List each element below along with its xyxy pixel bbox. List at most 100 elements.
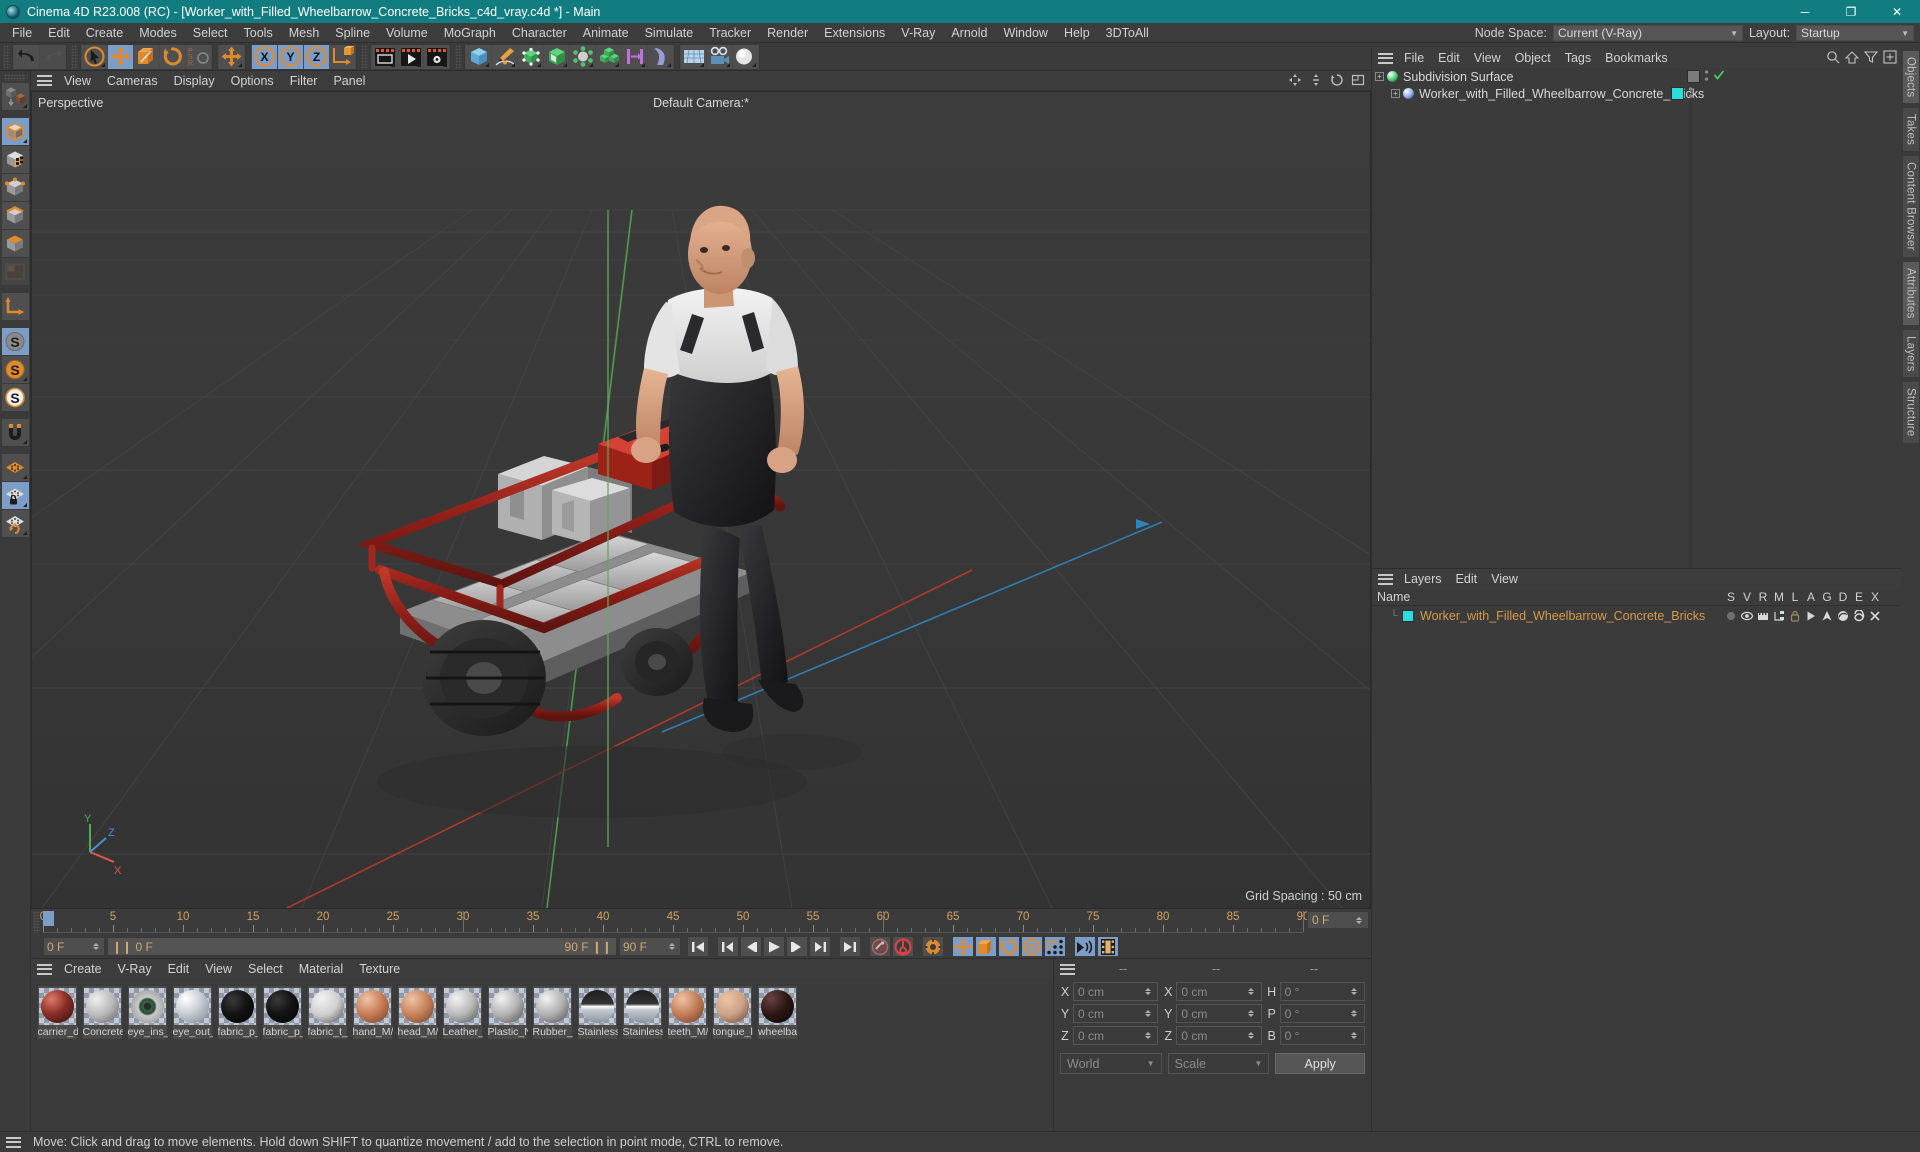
layer-row[interactable]: └ Worker_with_Filled_Wheelbarrow_Concrete… [1372,606,1901,625]
toolbar-grip[interactable] [361,44,368,69]
coordinates-spinner[interactable] [1142,1032,1153,1039]
coordinates-spinner[interactable] [1349,1010,1360,1017]
material-swatch[interactable]: Concrete [82,985,123,1040]
layer-menu-layers[interactable]: Layers [1397,569,1449,589]
maximize-button[interactable]: ❐ [1828,0,1874,23]
texture-mode-button[interactable] [1,146,29,173]
render-to-picture-viewer-button[interactable] [398,44,423,69]
menu-item-mograph[interactable]: MoGraph [436,23,504,43]
menu-item-spline[interactable]: Spline [327,23,378,43]
uv-mode-button[interactable] [1,258,29,285]
menu-item-mesh[interactable]: Mesh [281,23,328,43]
menu-item-simulate[interactable]: Simulate [637,23,702,43]
record-active-objects-button[interactable] [869,936,891,957]
step-forward-button[interactable] [786,936,808,957]
material-swatch[interactable]: fabric_p_ [217,985,258,1040]
keyframe-settings-button[interactable] [922,936,944,957]
filter-icon[interactable] [1864,50,1878,64]
timeline-frame-spinner[interactable] [1353,916,1364,924]
menu-item-render[interactable]: Render [759,23,816,43]
menu-item-3dtoall[interactable]: 3DToAll [1098,23,1157,43]
enable-snap-button[interactable]: S [1,328,29,355]
move-view-icon[interactable] [1288,73,1302,87]
layer-flag-G[interactable] [1819,610,1835,622]
menu-item-edit[interactable]: Edit [40,23,78,43]
layer-menu-view[interactable]: View [1484,569,1525,589]
coordinates-spinner[interactable] [1349,1032,1360,1039]
add-field-button[interactable] [622,44,647,69]
object-manager-tree[interactable]: + Subdivision Surface + Worker_with_Filled_… [1372,68,1901,568]
menu-item-extensions[interactable]: Extensions [816,23,893,43]
viewport-3d[interactable]: Perspective Default Camera:* Grid Spacin… [31,91,1371,909]
object-menu-edit[interactable]: Edit [1431,48,1467,68]
material-swatch[interactable]: teeth_M/ [667,985,708,1040]
material-swatch[interactable]: eye_out_ [172,985,213,1040]
add-scene-object-button[interactable] [544,44,569,69]
menu-item-help[interactable]: Help [1056,23,1098,43]
end-frame-spinner[interactable] [666,943,677,950]
coordinates-spinner[interactable] [1142,1010,1153,1017]
layer-flag-S[interactable] [1723,610,1739,622]
layer-flag-L[interactable] [1787,610,1803,622]
material-swatch[interactable]: fabric_p_ [262,985,303,1040]
object-row[interactable]: + Worker_with_Filled_Wheelbarrow_Concrete… [1372,85,1901,102]
material-menu-edit[interactable]: Edit [160,959,198,979]
viewport-menu-filter[interactable]: Filter [282,71,326,91]
object-tag-swatch[interactable] [1687,70,1700,83]
menu-item-volume[interactable]: Volume [378,23,436,43]
layer-flag-R[interactable] [1755,610,1771,622]
right-tab-structure[interactable]: Structure [1901,381,1920,444]
snap-settings-button[interactable]: S [1,356,29,383]
material-swatch[interactable]: Rubber_: [532,985,573,1040]
current-frame-field[interactable]: 0 F [43,937,105,956]
goto-prev-key-button[interactable] [717,936,739,957]
lock-z-button[interactable]: Z [304,44,329,69]
material-swatch[interactable]: carrier_d [37,985,78,1040]
make-editable-button[interactable] [1,83,29,110]
material-swatch[interactable]: Leather_ [442,985,483,1040]
render-settings-button[interactable] [424,44,449,69]
timeline-frame-field[interactable]: 0 F [1307,911,1369,929]
menu-item-tracker[interactable]: Tracker [701,23,759,43]
object-menu-object[interactable]: Object [1508,48,1558,68]
lock-x-button[interactable]: X [252,44,277,69]
model-mode-button[interactable] [1,118,29,145]
material-menu-material[interactable]: Material [291,959,351,979]
goto-start-button[interactable] [687,936,709,957]
psr-tool-button[interactable]: PSR [186,44,211,69]
coordinates-input-size[interactable]: 0 cm [1176,1004,1262,1023]
coordinates-input-position[interactable]: 0 cm [1073,1004,1159,1023]
timeline-playhead[interactable] [43,911,54,926]
add-camera-button[interactable] [707,44,732,69]
coordinates-spinner[interactable] [1142,988,1153,995]
search-icon[interactable] [1826,50,1840,64]
material-swatch[interactable]: wheelba [757,985,798,1040]
layer-flag-A[interactable] [1803,610,1819,622]
object-menu-file[interactable]: File [1397,48,1431,68]
polygon-mode-button[interactable] [1,230,29,257]
right-tab-objects[interactable]: Objects [1901,50,1920,105]
expand-toggle-icon[interactable]: + [1375,72,1384,81]
object-enabled-check-icon[interactable] [1713,69,1725,84]
position-key-button[interactable] [952,936,974,957]
coordinate-system-select[interactable]: World ▼ [1060,1053,1162,1074]
toolbar-grip[interactable] [71,44,78,69]
add-generator-button[interactable] [518,44,543,69]
layer-flag-X[interactable] [1867,610,1883,622]
material-swatch[interactable]: Plastic_N [487,985,528,1040]
toolbar-grip[interactable] [3,44,10,69]
material-menu-select[interactable]: Select [240,959,291,979]
minimize-button[interactable]: ─ [1782,0,1828,23]
material-swatch[interactable]: fabric_t_ [307,985,348,1040]
coordinates-spinner[interactable] [1349,988,1360,995]
menu-item-select[interactable]: Select [185,23,236,43]
menu-item-arnold[interactable]: Arnold [943,23,995,43]
add-floor-button[interactable] [681,44,706,69]
right-tab-attributes[interactable]: Attributes [1901,261,1920,326]
end-frame-field[interactable]: 90 F [619,937,681,956]
layer-color-swatch[interactable] [1402,609,1414,622]
viewport-menu-cameras[interactable]: Cameras [99,71,166,91]
material-swatch[interactable]: Stainless [622,985,663,1040]
viewport-menu-view[interactable]: View [56,71,99,91]
menu-item-window[interactable]: Window [995,23,1055,43]
